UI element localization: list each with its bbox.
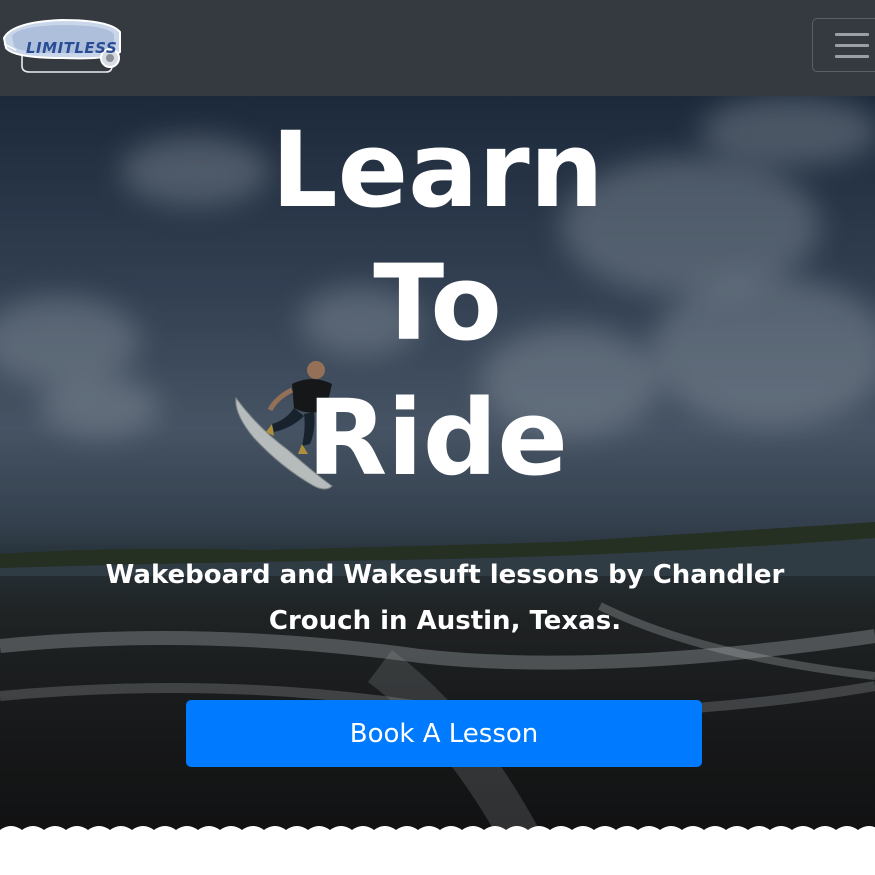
page: LIMITLESS Learn To Ride Wakeboard and Wa… (0, 0, 875, 875)
headline-learn: Learn (271, 109, 604, 231)
headline-ride: Ride (307, 377, 568, 499)
wave-divider (0, 826, 875, 842)
logo-text: LIMITLESS (26, 39, 118, 57)
hero-section: Learn To Ride Wakeboard and Wakesuft les… (0, 96, 875, 836)
navbar: LIMITLESS (0, 0, 875, 96)
brand-logo[interactable]: LIMITLESS (2, 14, 124, 76)
hero-subheading: Wakeboard and Wakesuft lessons by Chandl… (105, 560, 785, 636)
headline-to: To (373, 242, 502, 364)
book-lesson-button[interactable]: Book A Lesson (186, 700, 702, 767)
menu-toggle-button[interactable] (812, 18, 875, 72)
